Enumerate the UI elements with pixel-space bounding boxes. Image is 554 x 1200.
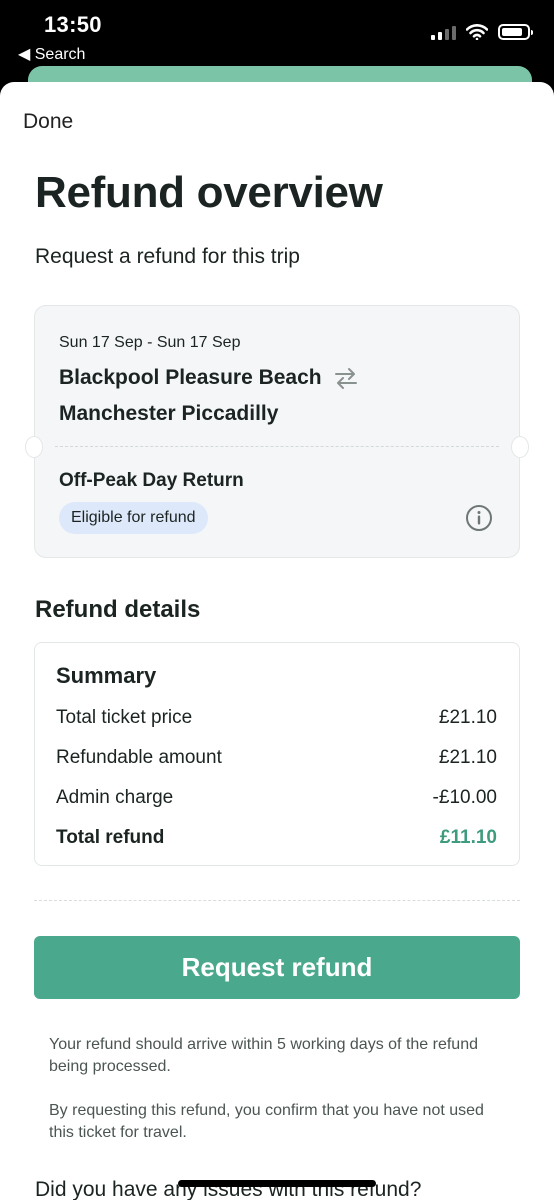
refund-eligibility-badge: Eligible for refund xyxy=(59,502,208,534)
ticket-type: Off-Peak Day Return xyxy=(59,470,244,491)
ticket-divider xyxy=(55,446,499,447)
refund-arrival-note: Your refund should arrive within 5 worki… xyxy=(49,1036,478,1075)
total-refund-label: Total refund xyxy=(56,827,165,848)
summary-row-value: £21.10 xyxy=(438,747,497,768)
ticket-notch-left xyxy=(25,436,43,458)
ticket-notch-right xyxy=(511,436,529,458)
done-button[interactable]: Done xyxy=(23,110,73,134)
summary-row-total-ticket-price: Total ticket price £21.10 xyxy=(56,707,497,729)
total-refund-value: £11.10 xyxy=(439,827,497,848)
summary-row-label: Refundable amount xyxy=(56,747,222,768)
refund-summary-card: Summary Total ticket price £21.10 Refund… xyxy=(34,642,520,866)
summary-title: Summary xyxy=(56,663,157,688)
info-icon[interactable] xyxy=(465,504,493,532)
status-icons xyxy=(431,24,533,40)
summary-row-label: Total ticket price xyxy=(56,707,193,728)
refund-overview-sheet: Done Refund overview Request a refund fo… xyxy=(0,82,554,1200)
summary-row-admin-charge: Admin charge -£10.00 xyxy=(56,787,497,809)
summary-row-refundable-amount: Refundable amount £21.10 xyxy=(56,747,497,769)
ticket-destination: Manchester Piccadilly xyxy=(59,402,279,425)
summary-row-label: Admin charge xyxy=(56,787,174,808)
back-to-search-link[interactable]: ◀ Search xyxy=(18,44,85,64)
request-refund-button[interactable]: Request refund xyxy=(34,936,520,999)
status-time: 13:50 xyxy=(44,12,102,37)
refund-confirmation-note: By requesting this refund, you confirm t… xyxy=(49,1102,484,1141)
summary-row-value: £21.10 xyxy=(438,707,497,728)
summary-row-total-refund: Total refund £11.10 xyxy=(56,827,497,849)
page-subtitle: Request a refund for this trip xyxy=(35,245,300,268)
ticket-dates: Sun 17 Sep - Sun 17 Sep xyxy=(59,334,241,351)
section-separator xyxy=(34,900,520,901)
swap-arrows-icon xyxy=(334,368,357,389)
summary-row-value: -£10.00 xyxy=(432,787,497,808)
wifi-icon xyxy=(466,24,488,40)
refund-details-heading: Refund details xyxy=(35,596,201,623)
ticket-origin-row: Blackpool Pleasure Beach xyxy=(59,366,358,390)
home-indicator xyxy=(178,1180,376,1187)
ticket-origin: Blackpool Pleasure Beach xyxy=(59,366,322,389)
status-bar: 13:50 ◀ Search xyxy=(0,0,554,70)
ticket-card: Sun 17 Sep - Sun 17 Sep Blackpool Pleasu… xyxy=(25,305,529,558)
page-title: Refund overview xyxy=(35,168,383,217)
signal-icon xyxy=(431,24,456,40)
battery-icon xyxy=(498,24,533,40)
